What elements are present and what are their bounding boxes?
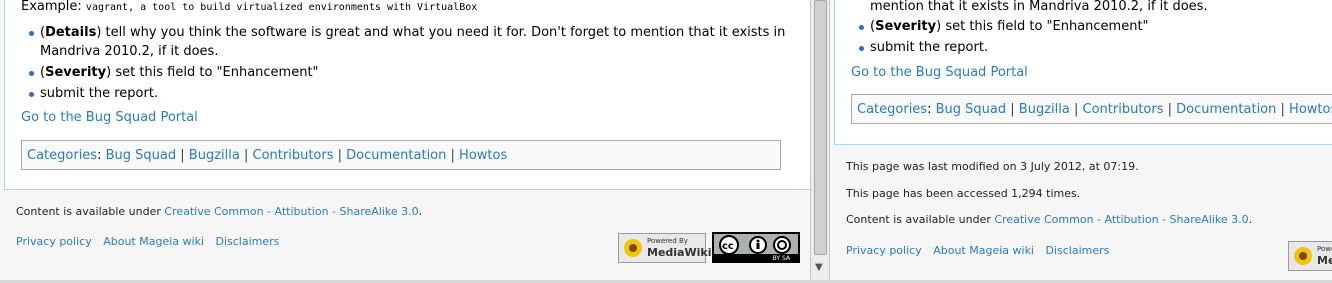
disclaimers-link[interactable]: Disclaimers: [216, 235, 280, 248]
list-item-text: ) tell why you think the software is gre…: [96, 25, 786, 40]
bullet-icon: [29, 71, 34, 76]
mediawiki-sunflower-icon: [624, 239, 642, 257]
powered-by-mediawiki-badge[interactable]: Powered By MediaWiki: [618, 233, 711, 263]
bullet-icon: [859, 25, 864, 30]
privacy-policy-link[interactable]: Privacy policy: [846, 244, 922, 257]
footer-links: Privacy policy About Mageia wiki Disclai…: [16, 235, 287, 249]
license-notice: Content is available under Creative Comm…: [16, 205, 423, 218]
content-area: Example: vagrant, a tool to build virtua…: [4, 0, 810, 190]
list-item-continuation: mention that it exists in Mandriva 2010.…: [870, 0, 1208, 14]
privacy-policy-link[interactable]: Privacy policy: [16, 235, 92, 248]
category-documentation[interactable]: Documentation: [1176, 102, 1276, 117]
cc-label: BY SA: [714, 254, 798, 263]
category-howtos[interactable]: Howtos: [459, 148, 507, 163]
license-notice: Content is available under Creative Comm…: [846, 213, 1253, 226]
badge-top-text: Powered By: [647, 237, 688, 245]
list-item-submit: submit the report.: [40, 86, 159, 101]
footer-links: Privacy policy About Mageia wiki Disclai…: [846, 244, 1117, 258]
vertical-scrollbar[interactable]: ▼: [810, 0, 830, 283]
list-item-details: (Details) tell why you think the softwar…: [40, 25, 786, 40]
category-howtos[interactable]: Howtos: [1289, 102, 1332, 117]
category-bug-squad[interactable]: Bug Squad: [936, 102, 1007, 117]
bullet-icon: [29, 92, 34, 97]
categories-link[interactable]: Categories: [857, 102, 927, 117]
powered-by-mediawiki-badge[interactable]: Powered By MediaWiki: [1288, 241, 1332, 271]
about-link[interactable]: About Mageia wiki: [103, 235, 204, 248]
example-label: Example:: [21, 0, 82, 14]
scroll-down-arrow-icon[interactable]: ▼: [815, 262, 823, 273]
list-item-severity: (Severity) set this field to "Enhancemen…: [870, 19, 1149, 34]
category-contributors[interactable]: Contributors: [253, 148, 334, 163]
example-line: Example: vagrant, a tool to build virtua…: [21, 0, 477, 16]
content-area: mention that it exists in Mandriva 2010.…: [834, 0, 1332, 145]
about-link[interactable]: About Mageia wiki: [933, 244, 1034, 257]
scrollbar-thumb[interactable]: [814, 0, 827, 255]
category-bugzilla[interactable]: Bugzilla: [189, 148, 240, 163]
bullet-icon: [859, 46, 864, 51]
categories-link[interactable]: Categories: [27, 148, 97, 163]
bug-squad-portal-link[interactable]: Go to the Bug Squad Portal: [21, 109, 198, 126]
list-item-bold: Severity: [875, 19, 937, 34]
category-bugzilla[interactable]: Bugzilla: [1019, 102, 1070, 117]
category-documentation[interactable]: Documentation: [346, 148, 446, 163]
license-link[interactable]: Creative Common - Attibution - ShareAlik…: [164, 205, 418, 218]
bullet-icon: [29, 31, 34, 36]
list-item-text: ) set this field to "Enhancement": [936, 19, 1149, 34]
license-prefix: Content is available under: [16, 205, 165, 218]
list-item-continuation: Mandriva 2010.2, if it does.: [40, 44, 219, 59]
example-code: vagrant, a tool to build virtualized env…: [85, 2, 478, 13]
categories-box: Categories: Bug Squad | Bugzilla | Contr…: [21, 140, 781, 170]
category-bug-squad[interactable]: Bug Squad: [106, 148, 177, 163]
access-count-text: This page has been accessed 1,294 times.: [846, 187, 1081, 200]
left-page-pane: Example: vagrant, a tool to build virtua…: [0, 0, 810, 283]
mediawiki-sunflower-icon: [1294, 247, 1312, 265]
license-link[interactable]: Creative Common - Attibution - ShareAlik…: [994, 213, 1248, 226]
badge-bottom-text: MediaWiki: [1317, 254, 1332, 267]
cc-icons: cc: [719, 235, 791, 255]
list-item-bold: Severity: [45, 65, 107, 80]
list-item-bold: Details: [45, 25, 97, 40]
license-prefix: Content is available under: [846, 213, 995, 226]
list-item-text: ) set this field to "Enhancement": [106, 65, 319, 80]
bug-squad-portal-link[interactable]: Go to the Bug Squad Portal: [851, 64, 1028, 81]
categories-box: Categories: Bug Squad | Bugzilla | Contr…: [851, 94, 1332, 124]
badge-top-text: Powered By: [1317, 245, 1332, 253]
category-contributors[interactable]: Contributors: [1083, 102, 1164, 117]
right-page-pane: mention that it exists in Mandriva 2010.…: [830, 0, 1332, 283]
last-modified-text: This page was last modified on 3 July 20…: [846, 160, 1139, 173]
list-item-severity: (Severity) set this field to "Enhancemen…: [40, 65, 319, 80]
disclaimers-link[interactable]: Disclaimers: [1046, 244, 1110, 257]
list-item-submit: submit the report.: [870, 40, 989, 55]
badge-bottom-text: MediaWiki: [647, 246, 712, 259]
cc-by-sa-badge[interactable]: cc BY SA: [712, 232, 800, 263]
svg-text:cc: cc: [722, 241, 734, 252]
